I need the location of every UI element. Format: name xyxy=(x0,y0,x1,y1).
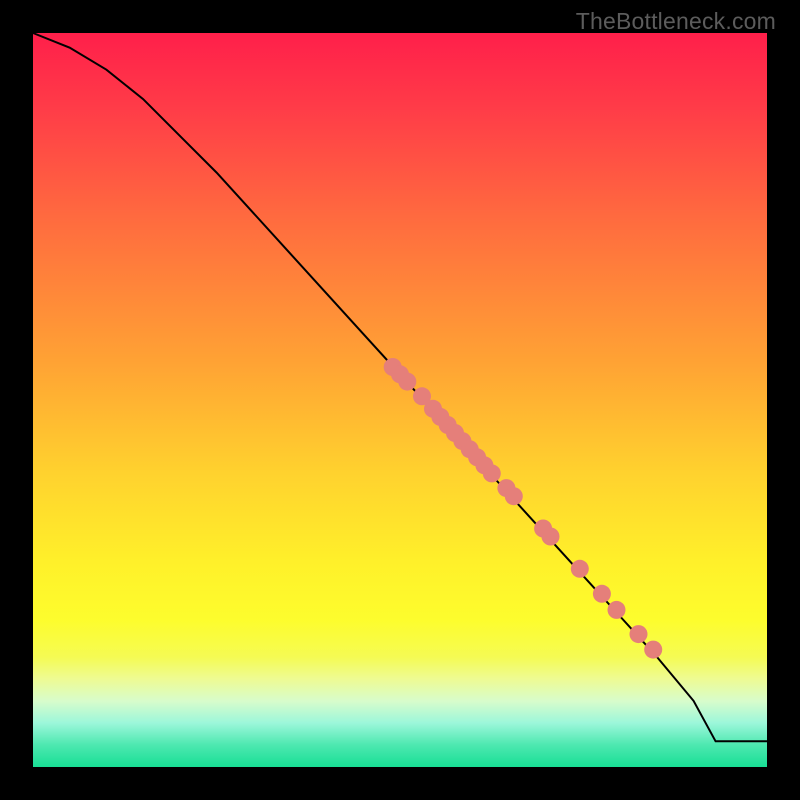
watermark-text: TheBottleneck.com xyxy=(576,8,776,35)
plot-area xyxy=(33,33,767,767)
chart-canvas: TheBottleneck.com xyxy=(0,0,800,800)
